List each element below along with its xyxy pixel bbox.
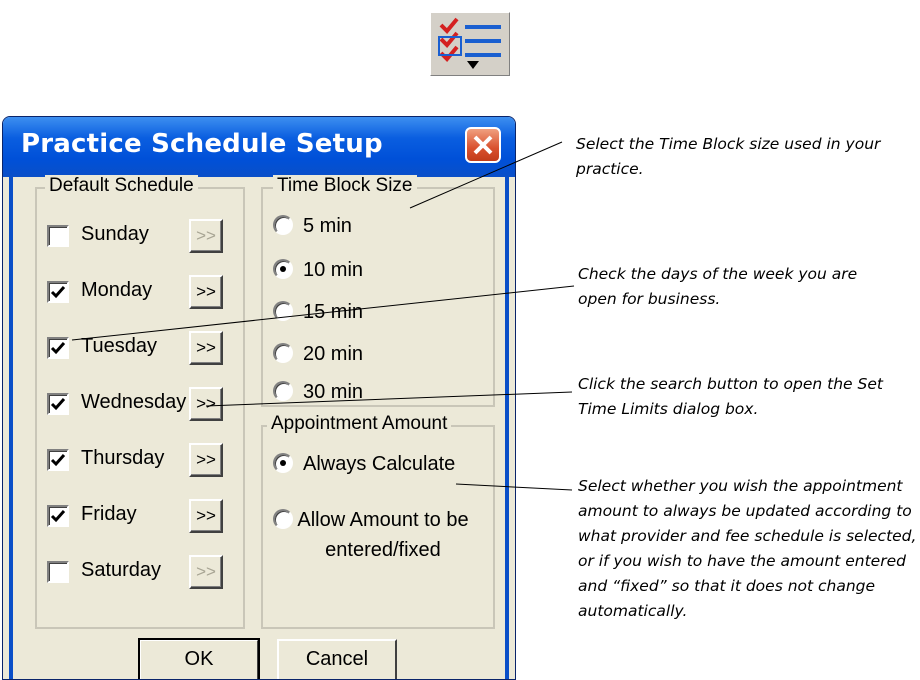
day-row-saturday: Saturday >>: [37, 555, 257, 595]
checkmark-icon: [50, 286, 66, 299]
always-calculate-option[interactable]: Always Calculate: [263, 447, 493, 483]
wednesday-label: Wednesday: [81, 391, 187, 413]
checkmark-icon: [50, 342, 66, 355]
sunday-schedule-button[interactable]: >>: [189, 219, 223, 253]
saturday-label: Saturday: [81, 559, 162, 581]
friday-label: Friday: [81, 503, 137, 525]
day-row-wednesday: Wednesday >>: [37, 387, 257, 427]
thursday-label: Thursday: [81, 447, 165, 469]
appointment-amount-group: Appointment Amount Always Calculate Allo…: [261, 413, 495, 629]
time-block-size-label: Time Block Size: [273, 175, 417, 197]
day-row-tuesday: Tuesday >>: [37, 331, 257, 371]
allow-amount-radio[interactable]: [273, 509, 293, 529]
allow-amount-label: Allow Amount to be entered/fixed: [297, 509, 469, 561]
thursday-schedule-button[interactable]: >>: [189, 443, 223, 477]
close-icon: [473, 135, 493, 155]
time-block-20-option[interactable]: 20 min: [263, 337, 493, 373]
day-row-monday: Monday >>: [37, 275, 257, 315]
practice-schedule-dialog: Practice Schedule Setup Default Schedule…: [2, 116, 516, 680]
time-block-5-option[interactable]: 5 min: [263, 209, 493, 245]
schedule-checklist-icon[interactable]: [430, 12, 510, 76]
time-block-15-option[interactable]: 15 min: [263, 295, 493, 331]
allow-amount-option[interactable]: Allow Amount to be entered/fixed: [263, 503, 493, 567]
tuesday-checkbox[interactable]: [47, 337, 69, 359]
saturday-schedule-button[interactable]: >>: [189, 555, 223, 589]
time-block-30-radio[interactable]: [273, 381, 293, 401]
time-block-20-label: 20 min: [303, 343, 364, 365]
time-block-10-option[interactable]: 10 min: [263, 253, 493, 289]
default-schedule-group: Default Schedule Sunday >> Monday >> Tue…: [35, 175, 245, 629]
dialog-title: Practice Schedule Setup: [21, 129, 383, 159]
wednesday-schedule-button[interactable]: >>: [189, 387, 223, 421]
time-block-5-label: 5 min: [303, 215, 352, 237]
checkmark-icon: [50, 454, 66, 467]
sunday-checkbox[interactable]: [47, 225, 69, 247]
always-calculate-radio[interactable]: [273, 453, 293, 473]
monday-label: Monday: [81, 279, 153, 301]
appointment-amount-label: Appointment Amount: [267, 413, 452, 435]
ok-button[interactable]: OK: [138, 638, 260, 679]
tuesday-label: Tuesday: [81, 335, 157, 357]
day-row-friday: Friday >>: [37, 499, 257, 539]
title-bar[interactable]: Practice Schedule Setup: [3, 117, 515, 177]
sunday-label: Sunday: [81, 223, 149, 245]
wednesday-checkbox[interactable]: [47, 393, 69, 415]
friday-checkbox[interactable]: [47, 505, 69, 527]
close-button[interactable]: [465, 127, 501, 163]
time-block-15-label: 15 min: [303, 301, 364, 323]
checkmark-icon: [50, 510, 66, 523]
time-block-30-option[interactable]: 30 min: [263, 375, 493, 411]
time-block-10-radio[interactable]: [273, 259, 293, 279]
amount-note: Select whether you wish the appointment …: [578, 477, 917, 620]
time-block-20-radio[interactable]: [273, 343, 293, 363]
checkmark-icon: [50, 398, 66, 411]
monday-checkbox[interactable]: [47, 281, 69, 303]
tuesday-schedule-button[interactable]: >>: [189, 331, 223, 365]
time-block-10-label: 10 min: [303, 259, 364, 281]
monday-schedule-button[interactable]: >>: [189, 275, 223, 309]
cancel-button[interactable]: Cancel: [277, 639, 397, 679]
time-block-15-radio[interactable]: [273, 301, 293, 321]
dialog-body: Default Schedule Sunday >> Monday >> Tue…: [9, 175, 509, 679]
time-block-5-radio[interactable]: [273, 215, 293, 235]
saturday-checkbox[interactable]: [47, 561, 69, 583]
days-note: Check the days of the week you are open …: [578, 265, 858, 308]
default-schedule-label: Default Schedule: [45, 175, 198, 197]
time-block-note: Select the Time Block size used in your …: [576, 135, 881, 178]
time-block-30-label: 30 min: [303, 381, 364, 403]
day-row-sunday: Sunday >>: [37, 219, 257, 259]
search-button-note: Click the search button to open the Set …: [578, 375, 883, 418]
thursday-checkbox[interactable]: [47, 449, 69, 471]
day-row-thursday: Thursday >>: [37, 443, 257, 483]
time-block-size-group: Time Block Size 5 min 10 min 15 min 20 m…: [261, 175, 495, 407]
always-calculate-label: Always Calculate: [303, 453, 456, 475]
friday-schedule-button[interactable]: >>: [189, 499, 223, 533]
